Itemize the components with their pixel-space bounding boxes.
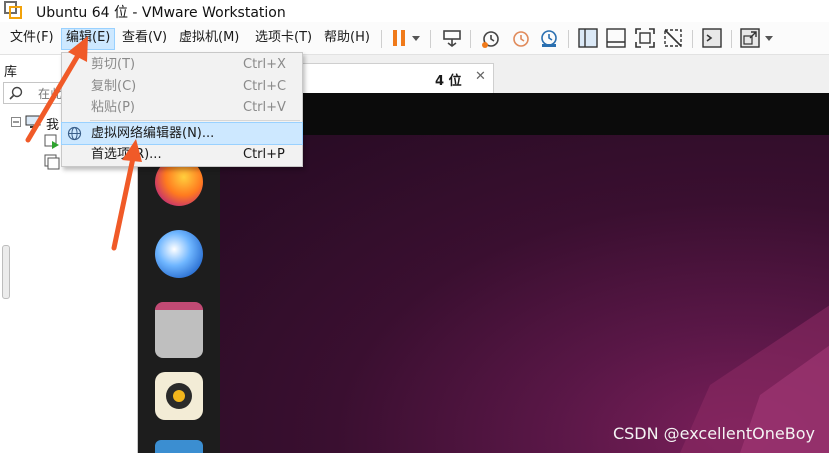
- send-keys-icon[interactable]: [441, 27, 463, 49]
- stretch-icon[interactable]: [739, 27, 761, 49]
- collapse-icon[interactable]: [11, 117, 21, 127]
- menu-item-cut[interactable]: 剪切(T) Ctrl+X: [62, 54, 302, 75]
- ubuntu-wallpaper: [220, 135, 829, 453]
- fullscreen-icon[interactable]: [634, 27, 656, 49]
- search-icon: [9, 86, 23, 100]
- dropdown-arrow-icon[interactable]: [763, 27, 775, 49]
- menu-item-preferences[interactable]: 首选项(R)... Ctrl+P: [62, 144, 302, 165]
- menu-help[interactable]: 帮助(H): [320, 28, 374, 48]
- tab-label: 4 位: [435, 74, 462, 89]
- vm-running-icon[interactable]: [44, 134, 60, 150]
- library-scrollbar[interactable]: [2, 245, 10, 299]
- close-icon[interactable]: ✕: [475, 69, 486, 84]
- rhythmbox-icon[interactable]: [155, 372, 203, 420]
- menu-view[interactable]: 查看(V): [118, 28, 171, 48]
- search-placeholder: 在此: [38, 87, 63, 101]
- title-bar: Ubuntu 64 位 - VMware Workstation: [0, 0, 829, 22]
- unity-icon[interactable]: [662, 27, 684, 49]
- menu-file[interactable]: 文件(F): [6, 28, 58, 48]
- console-icon[interactable]: [701, 27, 723, 49]
- toolbar-separator: [568, 30, 569, 48]
- snapshot-manager-icon[interactable]: [538, 27, 560, 49]
- toolbar-separator: [430, 30, 431, 48]
- tree-root-label[interactable]: 我: [46, 114, 59, 133]
- toolbar-separator: [381, 30, 382, 48]
- toolbar-separator: [731, 30, 732, 48]
- dropdown-arrow-icon[interactable]: [409, 27, 423, 49]
- snapshot-icon[interactable]: [480, 27, 502, 49]
- globe-icon: [67, 126, 82, 141]
- tab-ubuntu[interactable]: 4 位 ✕: [296, 63, 494, 94]
- menu-bar: 文件(F) 编辑(E) 查看(V) 虚拟机(M) 选项卡(T) 帮助(H): [0, 22, 829, 55]
- menu-item-virtual-network-editor[interactable]: 虚拟网络编辑器(N)...: [61, 122, 303, 145]
- library-title: 库: [4, 65, 18, 80]
- toolbar-separator: [470, 30, 471, 48]
- thunderbird-icon[interactable]: [155, 230, 203, 278]
- vmware-logo-icon: [4, 1, 22, 19]
- pause-icon[interactable]: [388, 27, 410, 49]
- writer-icon[interactable]: [155, 440, 203, 453]
- toolbar-separator: [692, 30, 693, 48]
- computer-icon: [25, 115, 41, 128]
- show-library-icon[interactable]: [577, 27, 599, 49]
- watermark: CSDN @excellentOneBoy: [612, 424, 815, 443]
- menu-item-copy[interactable]: 复制(C) Ctrl+C: [62, 76, 302, 97]
- thumbnail-bar-icon[interactable]: [605, 27, 627, 49]
- vm-icon[interactable]: [44, 154, 60, 170]
- window-title: Ubuntu 64 位 - VMware Workstation: [36, 5, 286, 21]
- menu-separator: [90, 120, 300, 121]
- edit-dropdown-menu: 剪切(T) Ctrl+X 复制(C) Ctrl+C 粘贴(P) Ctrl+V 虚…: [61, 52, 303, 167]
- menu-edit[interactable]: 编辑(E): [61, 28, 116, 50]
- menu-item-paste[interactable]: 粘贴(P) Ctrl+V: [62, 97, 302, 118]
- files-icon[interactable]: [155, 302, 203, 358]
- revert-snapshot-icon[interactable]: [510, 27, 532, 49]
- menu-vm[interactable]: 虚拟机(M): [175, 28, 243, 48]
- ubuntu-dock: [138, 135, 220, 453]
- menu-tabs[interactable]: 选项卡(T): [251, 28, 316, 48]
